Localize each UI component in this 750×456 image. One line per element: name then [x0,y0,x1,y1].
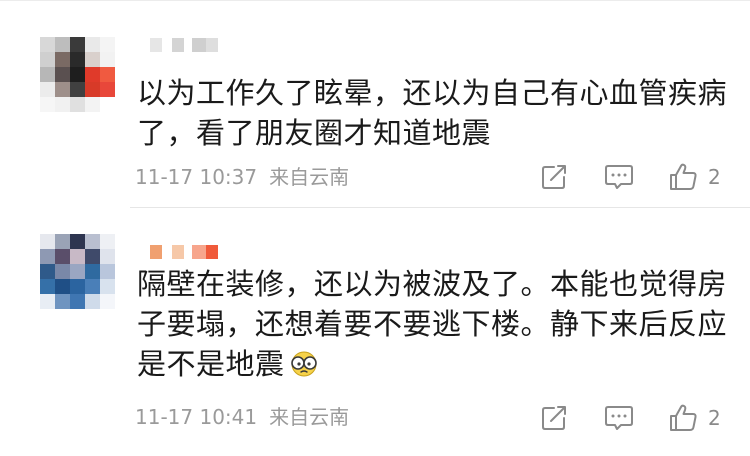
avatar-pixel [40,97,55,112]
share-icon [542,165,566,189]
avatar-pixel [70,249,85,264]
username-pixel [184,245,192,259]
avatar-pixel [55,279,70,294]
username-pixel [150,245,162,259]
comment-meta: 11-17 10:41 来自云南 [135,405,349,429]
avatar-pixel [70,82,85,97]
avatar[interactable] [40,37,115,112]
avatar[interactable] [40,234,115,309]
comment-item: 隔壁在装修，还以为被波及了。本能也觉得房 子要塌，还想着要不要逃下楼。静下来后反… [0,207,750,456]
username-pixel [192,38,206,52]
share-button[interactable] [540,162,568,192]
like-count: 2 [708,406,721,430]
avatar-pixel [70,37,85,52]
avatar-pixel [100,67,115,82]
username-pixel [206,38,218,52]
comment-time: 11-17 10:37 [135,165,258,189]
like-count: 2 [708,165,721,189]
avatar-pixel [70,294,85,309]
avatar-pixel [100,249,115,264]
avatar-pixel [70,234,85,249]
avatar-pixel [55,37,70,52]
username-pixel [172,38,184,52]
reply-button[interactable] [604,403,634,433]
avatar-pixel [55,264,70,279]
avatar-pixel [55,234,70,249]
like-icon [670,404,697,431]
avatar-pixel [85,97,100,112]
comment-time: 11-17 10:41 [135,405,258,429]
avatar-pixel [70,52,85,67]
avatar-pixel [85,234,100,249]
avatar-pixel [70,67,85,82]
avatar-pixel [40,67,55,82]
avatar-pixel [40,249,55,264]
avatar-pixel [40,82,55,97]
username-pixel [162,245,172,259]
comment-list: 以为工作久了眩晕，还以为自己有心血管疾病 了，看了朋友圈才知道地震 11-17 … [0,0,750,456]
avatar-pixel [70,264,85,279]
username-pixel [172,245,184,259]
username-pixel [162,38,172,52]
username-pixel [206,245,218,259]
avatar-pixel [100,294,115,309]
like-icon [670,163,697,190]
avatar-pixel [100,264,115,279]
avatar-pixel [85,249,100,264]
avatar-pixel [70,279,85,294]
username-pixel [184,38,192,52]
avatar-pixel [100,82,115,97]
avatar-pixel [100,279,115,294]
comment-location: 来自云南 [269,405,350,429]
share-button[interactable] [540,403,568,433]
comment-icon [605,406,633,430]
avatar-pixel [55,52,70,67]
avatar-pixel [70,97,85,112]
avatar-pixel [40,234,55,249]
username[interactable] [150,245,218,259]
avatar-pixel [40,279,55,294]
avatar-pixel [100,234,115,249]
avatar-pixel [40,52,55,67]
username[interactable] [150,38,218,52]
like-button[interactable]: 2 [668,162,721,192]
avatar-pixel [55,97,70,112]
avatar-pixel [85,67,100,82]
avatar-pixel [40,264,55,279]
comment-location: 来自云南 [269,165,350,189]
comment-text-content: 隔壁在装修，还以为被波及了。本能也觉得房 子要塌，还想着要不要逃下楼。静下来后反… [137,267,728,381]
username-pixel [150,38,162,52]
avatar-pixel [100,97,115,112]
comment-icon [605,165,633,189]
avatar-pixel [55,82,70,97]
comment-actions: 2 [540,162,740,192]
reply-button[interactable] [604,162,634,192]
avatar-pixel [55,294,70,309]
avatar-pixel [100,52,115,67]
comment-meta: 11-17 10:37 来自云南 [135,165,349,189]
avatar-pixel [40,37,55,52]
like-button[interactable]: 2 [668,403,721,433]
avatar-pixel [40,294,55,309]
comment-text: 隔壁在装修，还以为被波及了。本能也觉得房 子要塌，还想着要不要逃下楼。静下来后反… [137,264,737,384]
avatar-pixel [85,82,100,97]
avatar-pixel [85,52,100,67]
avatar-pixel [85,279,100,294]
avatar-pixel [85,264,100,279]
avatar-pixel [55,67,70,82]
username-pixel [192,245,206,259]
share-icon [542,406,566,430]
avatar-pixel [85,37,100,52]
glasses-face-emoji [290,351,317,377]
avatar-pixel [85,294,100,309]
comment-item: 以为工作久了眩晕，还以为自己有心血管疾病 了，看了朋友圈才知道地震 11-17 … [0,0,750,207]
avatar-pixel [55,249,70,264]
comment-actions: 2 [540,403,740,433]
comment-text: 以为工作久了眩晕，还以为自己有心血管疾病 了，看了朋友圈才知道地震 [137,76,728,150]
avatar-pixel [100,37,115,52]
